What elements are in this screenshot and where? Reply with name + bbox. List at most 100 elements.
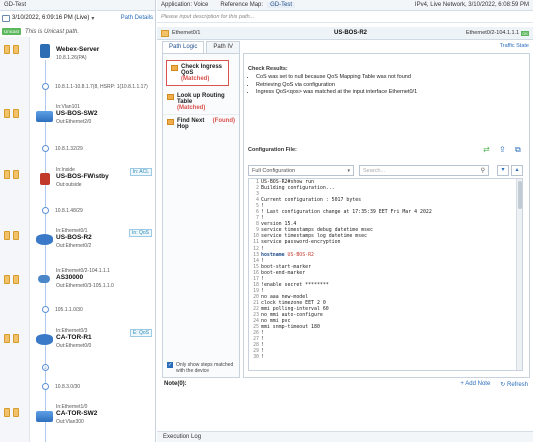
step-status: (Matched) xyxy=(181,76,210,82)
path-details-link[interactable]: Path Details xyxy=(121,15,153,21)
path-node-webex-server[interactable]: Webex-Server 10.8.1.26(PA) xyxy=(36,44,154,64)
path-node-us-bos-r2[interactable]: In:Ethernet0/1 US-BOS-R2 Out:Ethernet0/2… xyxy=(36,228,154,250)
path-tree-panel: GD-Test 3/10/2022, 6:09:16 PM (Live) ▾ P… xyxy=(0,0,156,442)
step-icon xyxy=(167,94,174,100)
device-pin[interactable] xyxy=(4,334,24,345)
link-dot[interactable] xyxy=(42,83,49,90)
device-pin[interactable] xyxy=(4,408,24,419)
path-node-us-bos-fw[interactable]: In:Inside US-BOS-FW\stby Out:outside In:… xyxy=(36,167,154,189)
result-panel: Check Results: CoS was set to null becau… xyxy=(243,53,530,378)
switch-icon xyxy=(36,111,53,122)
step-find-next-hop[interactable]: Find Next Hop (Found) xyxy=(163,114,239,133)
add-note-button[interactable]: + Add Note xyxy=(460,381,490,388)
prev-match-icon[interactable]: ▴ xyxy=(511,165,523,176)
hop-device-name: US-BOS-R2 xyxy=(334,30,368,36)
check-results-list: CoS was set to null because QoS Mapping … xyxy=(256,74,523,97)
server-icon xyxy=(40,44,50,58)
config-search-nav: ▾ ▴ xyxy=(497,165,523,176)
node-ip: 10.8.1.26(PA) xyxy=(56,55,87,61)
search-placeholder: Search... xyxy=(363,167,386,174)
chevron-down-icon[interactable]: ▾ xyxy=(91,15,94,22)
config-toolbar: ⇄ ⇪ ⧉ xyxy=(483,146,523,154)
check-result-item: CoS was set to null because QoS Mapping … xyxy=(256,74,523,82)
path-node-ca-tor-sw2[interactable]: In:Ethernet1/0 CA-TOR-SW2 Out:Vlan300 xyxy=(36,404,154,426)
node-out-interface: Out:Ethernet0/2 xyxy=(56,243,92,249)
link-dot[interactable] xyxy=(42,306,49,313)
note-row: Note(0): + Add Note ↻ Refresh xyxy=(162,378,530,390)
device-pin[interactable] xyxy=(4,231,24,242)
device-pin[interactable] xyxy=(4,45,24,56)
calendar-icon[interactable] xyxy=(2,14,10,22)
node-name: CA-TOR-R1 xyxy=(56,334,92,341)
step-status: (Found) xyxy=(212,118,235,124)
export-icon[interactable]: ⇪ xyxy=(499,146,507,154)
tab-bar: Path Logic Path IV xyxy=(162,41,242,53)
config-type-value: Full Configuration xyxy=(252,167,296,174)
tab-path-iv[interactable]: Path IV xyxy=(206,41,241,53)
subnet-label: 10.8.3.0/30 xyxy=(55,384,81,390)
compare-icon[interactable]: ⇄ xyxy=(483,146,491,154)
config-scrollbar[interactable] xyxy=(516,179,522,370)
link-dot[interactable] xyxy=(42,207,49,214)
subnet-label: 10.8.1.48/29 xyxy=(55,208,83,214)
step-check-ingress-qos[interactable]: Check Ingress QoS (Matched) xyxy=(166,60,229,86)
node-name: AS30000 xyxy=(56,274,84,281)
hop-out-interface-text: Ethernet0/2-104.1.1.1 xyxy=(466,30,520,36)
hop-out-interface: Ethernet0/2-104.1.1.1 OK xyxy=(466,30,529,36)
node-name: US-BOS-R2 xyxy=(56,234,92,241)
line-text: mmi snmp-timeout 180 xyxy=(261,324,320,331)
device-pin[interactable] xyxy=(4,170,24,181)
path-node-us-bos-sw2[interactable]: In:Vlan101 US-BOS-SW2 Out:Ethernet2/0 xyxy=(36,104,154,126)
execution-log-bar[interactable]: Execution Log xyxy=(157,431,533,442)
traffic-state-link[interactable]: Traffic State xyxy=(500,43,529,49)
line-text: Building configuration... xyxy=(261,185,335,192)
node-out-interface: Out:Ethernet2/0 xyxy=(56,119,92,125)
step-name: Check Ingress QoS xyxy=(181,64,223,76)
refresh-button[interactable]: ↻ Refresh xyxy=(500,381,528,388)
config-code-view[interactable]: 1 US-BOS-R2#show run 2 Building configurati… xyxy=(248,178,523,371)
open-window-icon[interactable]: ⧉ xyxy=(515,146,523,154)
description-input[interactable]: Please input description for this path..… xyxy=(157,12,533,23)
config-type-select[interactable]: Full Configuration ▾ xyxy=(248,165,354,176)
path-node-ca-tor-r1[interactable]: In:Ethernet0/3 CA-TOR-R1 Out:Ethernet0/0… xyxy=(36,328,154,350)
acl-tag[interactable]: In: ACL xyxy=(129,168,152,176)
only-show-checkbox-row[interactable]: ✓ Only show steps matched with the devic… xyxy=(167,362,238,374)
next-match-icon[interactable]: ▾ xyxy=(497,165,509,176)
path-node-as30000[interactable]: In:Ethernet0/2-104.1.1.1 AS30000 Out:Eth… xyxy=(36,268,154,290)
qos-tag[interactable]: In: QoS xyxy=(129,229,152,237)
step-icon xyxy=(171,65,178,71)
step-icon xyxy=(167,119,174,125)
step-name: Look up Routing Table xyxy=(177,93,225,105)
config-search-input[interactable]: Search... ⚲ xyxy=(359,165,489,176)
network-info: IPv4, Live Network, 3/10/2022, 6:08:59 P… xyxy=(414,2,529,8)
reference-map-link[interactable]: GD-Test xyxy=(267,2,296,8)
qos-tag[interactable]: E: QoS xyxy=(129,329,152,337)
search-icon[interactable]: ⚲ xyxy=(481,167,485,174)
config-file-title: Configuration File: xyxy=(248,147,297,153)
refresh-label: Refresh xyxy=(506,381,528,388)
path-title: GD-Test xyxy=(0,0,155,11)
node-name: US-BOS-FW\stby xyxy=(56,173,109,180)
step-look-up-routing-table[interactable]: Look up Routing Table (Matched) xyxy=(163,90,239,114)
switch-icon xyxy=(36,411,53,422)
config-line: 30! xyxy=(249,354,522,360)
step-name: Find Next Hop xyxy=(177,118,205,130)
device-pin[interactable] xyxy=(4,275,24,286)
node-name: Webex-Server xyxy=(56,46,100,53)
chevron-down-icon: ▾ xyxy=(347,167,350,174)
path-datetime[interactable]: 3/10/2022, 6:09:16 PM (Live) xyxy=(12,15,89,21)
application-label[interactable]: Application: Voice xyxy=(161,2,208,8)
device-pin[interactable] xyxy=(4,109,24,120)
only-show-label: Only show steps matched with the device xyxy=(176,362,234,374)
node-name: CA-TOR-SW2 xyxy=(56,410,98,417)
link-dot[interactable]: 2 xyxy=(42,364,49,371)
checkbox-checked-icon[interactable]: ✓ xyxy=(167,362,173,368)
unicast-note: Unicast This is Unicast path. xyxy=(2,27,153,36)
link-dot[interactable] xyxy=(42,383,49,390)
line-text: ! xyxy=(261,354,264,361)
scrollbar-thumb[interactable] xyxy=(518,181,522,209)
link-dot[interactable] xyxy=(42,145,49,152)
line-text: hostname US-BOS-R2 xyxy=(261,251,314,258)
subnet-label: 105.1.1.0/30 xyxy=(55,307,83,313)
tab-path-logic[interactable]: Path Logic xyxy=(162,41,205,53)
